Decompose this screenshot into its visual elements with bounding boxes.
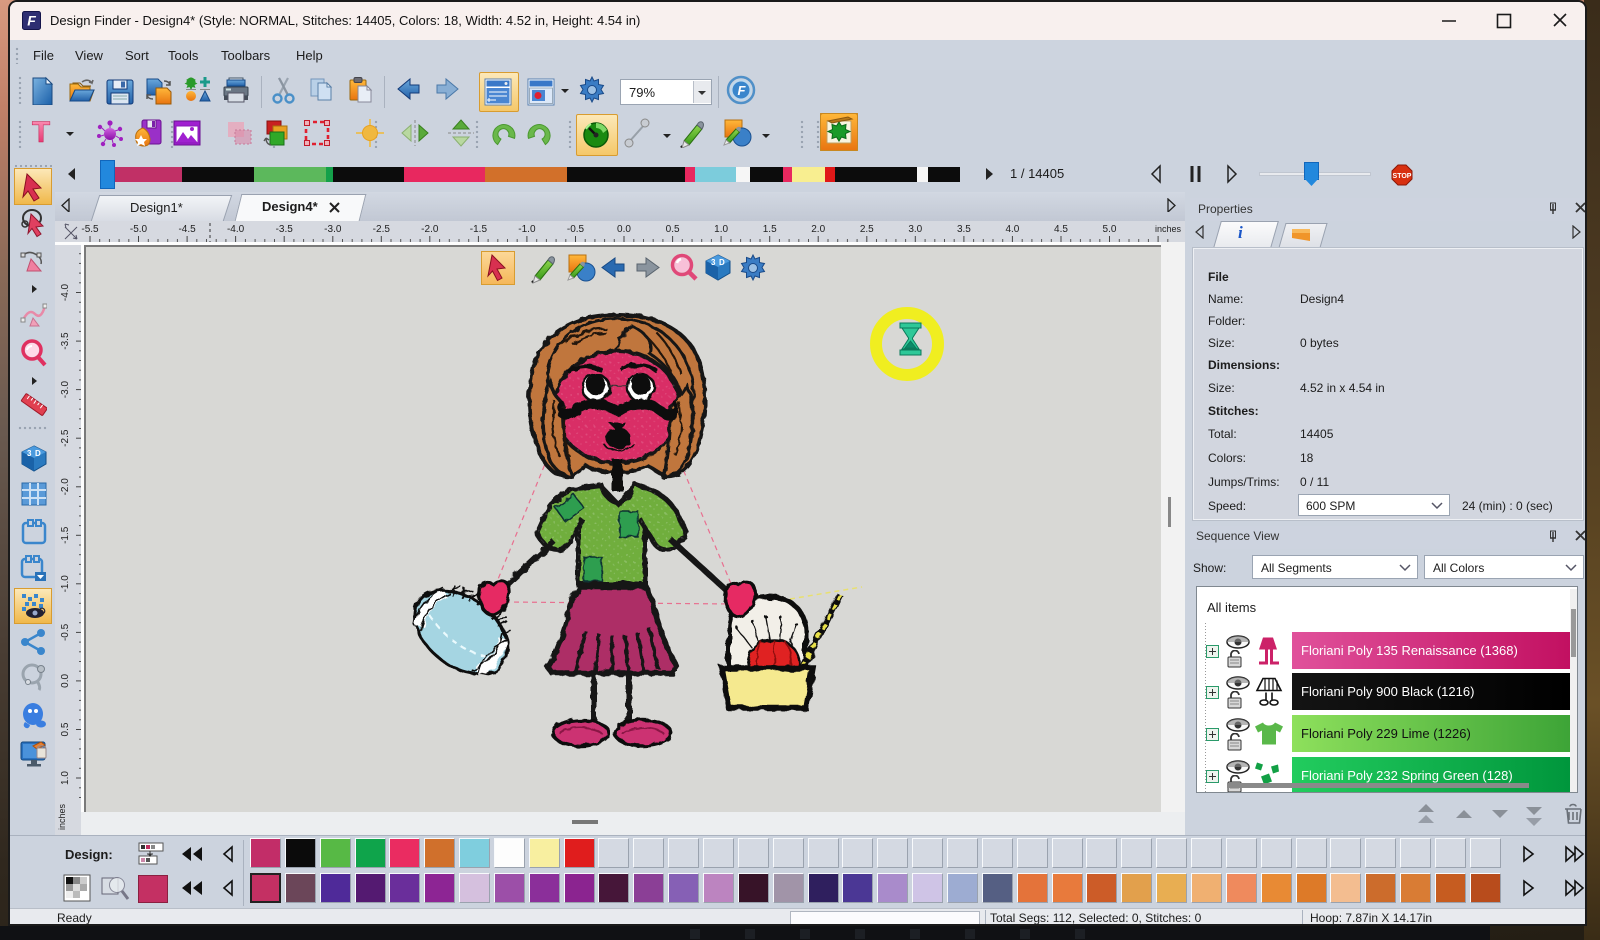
svg-text:1.0: 1.0 [714,224,728,235]
svg-text:-5.0: -5.0 [130,224,148,235]
svg-text:inches: inches [57,803,67,830]
svg-text:2.0: 2.0 [811,224,825,235]
svg-text:STOP: STOP [1393,173,1412,180]
svg-text:-1.0: -1.0 [518,224,536,235]
svg-text:-3.0: -3.0 [60,381,71,399]
svg-text:4.5: 4.5 [1054,224,1068,235]
svg-text:1.5: 1.5 [763,224,777,235]
svg-text:3.5: 3.5 [957,224,971,235]
svg-text:-0.5: -0.5 [567,224,585,235]
svg-text:-4.0: -4.0 [227,224,245,235]
svg-text:1.0: 1.0 [60,771,71,785]
svg-text:-3.5: -3.5 [276,224,294,235]
svg-text:0.5: 0.5 [60,722,71,736]
svg-text:-2.0: -2.0 [421,224,439,235]
svg-text:-1.5: -1.5 [60,526,71,544]
svg-text:0.0: 0.0 [617,224,631,235]
svg-text:5.0: 5.0 [1103,224,1117,235]
svg-text:-2.5: -2.5 [60,429,71,447]
svg-text:3.0: 3.0 [908,224,922,235]
svg-text:-0.5: -0.5 [60,623,71,641]
svg-text:-4.5: -4.5 [178,224,196,235]
svg-text:-2.0: -2.0 [60,478,71,496]
svg-text:-3.5: -3.5 [60,332,71,350]
svg-text:-2.5: -2.5 [373,224,391,235]
svg-text:2.5: 2.5 [860,224,874,235]
svg-text:4.0: 4.0 [1005,224,1019,235]
svg-text:T: T [32,116,50,149]
svg-text:inches: inches [1155,224,1182,234]
svg-text:F: F [27,13,36,29]
svg-text:-1.0: -1.0 [60,575,71,593]
svg-text:D: D [35,449,41,458]
svg-text:3: 3 [27,449,32,458]
svg-text:-3.0: -3.0 [324,224,342,235]
svg-text:-5.5: -5.5 [81,224,99,235]
svg-text:F: F [738,83,747,98]
svg-text:-4.0: -4.0 [60,283,71,301]
svg-text:-1.5: -1.5 [470,224,488,235]
svg-text:0.0: 0.0 [60,674,71,688]
svg-text:0.5: 0.5 [666,224,680,235]
